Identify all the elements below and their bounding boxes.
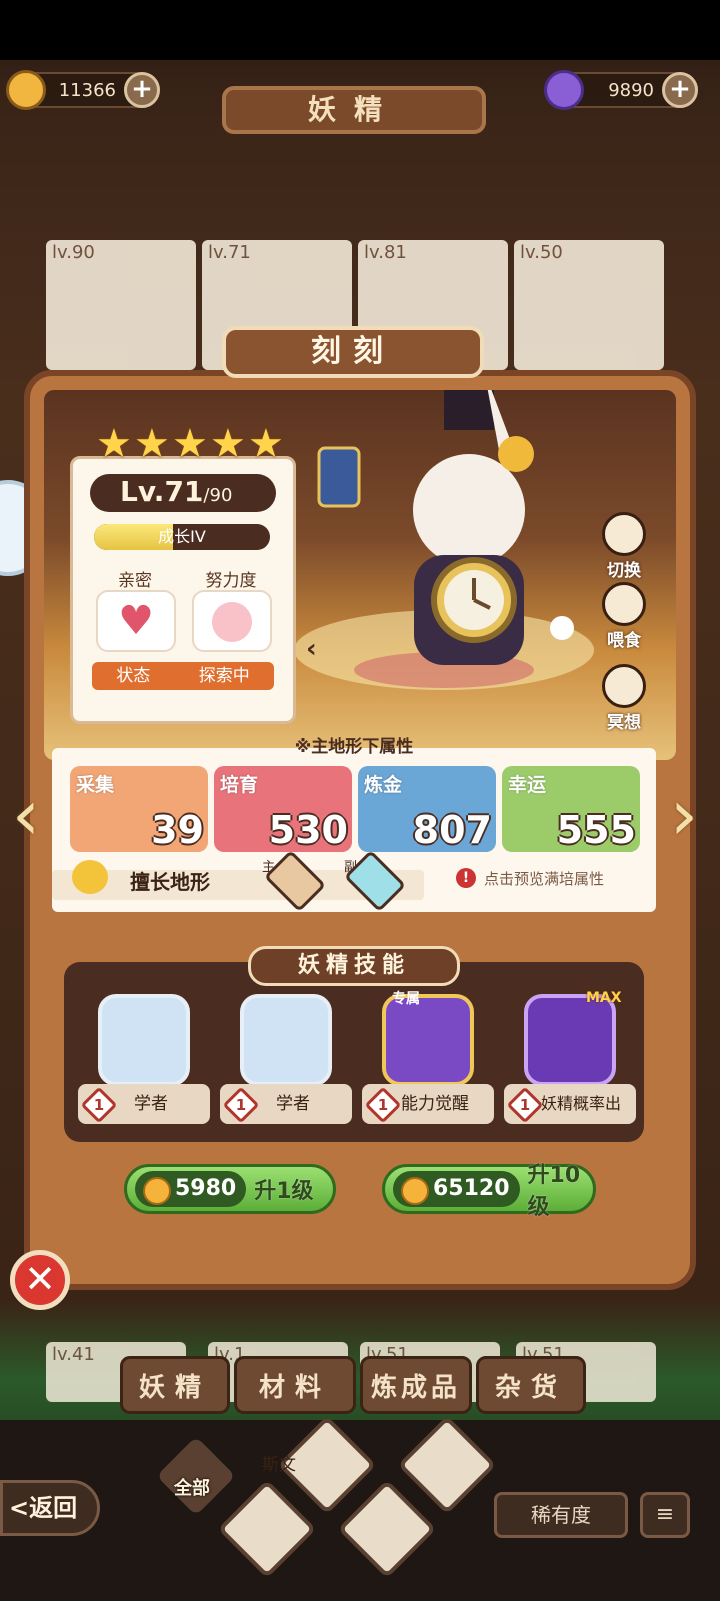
- growth-bar: 成长IV: [94, 524, 270, 550]
- star-icon: ★: [134, 421, 170, 467]
- max-level: /90: [203, 485, 233, 506]
- meditate-button[interactable]: 冥想: [594, 664, 654, 733]
- attribute-name: 采集: [76, 774, 115, 796]
- skill-level: 1: [93, 1096, 105, 1114]
- skill-title-text: 妖精技能: [297, 953, 410, 978]
- upgrade-label: 升10级: [527, 1163, 581, 1220]
- status-bar: [0, 0, 720, 60]
- tab-materials[interactable]: 材料: [234, 1356, 356, 1414]
- next-fairy-arrow-icon[interactable]: ›: [664, 770, 704, 860]
- collapse-chevron-icon[interactable]: ‹: [306, 634, 317, 664]
- back-button[interactable]: <返回: [0, 1480, 100, 1536]
- growth-label: 成长IV: [158, 527, 206, 546]
- smiley-face-icon: [212, 602, 252, 642]
- gem-amount: 9890: [608, 79, 654, 101]
- crown-coin-icon: [6, 70, 46, 110]
- attribute-value: 555: [556, 808, 636, 852]
- attribute-name: 幸运: [508, 774, 547, 796]
- status-row: 状态 探索中: [92, 662, 274, 690]
- terrain-label: 擅长地形: [130, 870, 210, 894]
- add-gem-button[interactable]: +: [662, 72, 698, 108]
- gem-icon: [544, 70, 584, 110]
- upgrade-1-button[interactable]: 5980 升1级: [124, 1164, 336, 1214]
- skill-level: 1: [519, 1096, 531, 1114]
- card-level: lv.50: [520, 242, 563, 263]
- attribute-value: 807: [412, 808, 492, 852]
- feed-button[interactable]: 喂食: [594, 582, 654, 651]
- filter-all-label: 全部: [174, 1478, 210, 1499]
- meditate-label: 冥想: [607, 713, 641, 733]
- rarity-sort-button[interactable]: 稀有度: [494, 1492, 628, 1538]
- prev-fairy-arrow-icon[interactable]: ‹: [6, 770, 46, 860]
- gem-resource: 9890 +: [544, 70, 698, 110]
- meditate-icon: [602, 664, 646, 708]
- attribute-title: ※主地形下属性: [294, 737, 414, 757]
- fairy-name: 刻刻: [222, 326, 484, 378]
- close-icon: ✕: [24, 1257, 56, 1301]
- back-label: 返回: [29, 1494, 78, 1522]
- swap-button[interactable]: 切换: [594, 512, 654, 581]
- skill-level: 1: [235, 1096, 247, 1114]
- attribute-luck: 幸运 555: [502, 766, 640, 852]
- fairy-card[interactable]: lv.90: [46, 240, 196, 370]
- heart-icon: ♥: [118, 598, 154, 644]
- tab-crafted[interactable]: 炼成品: [360, 1356, 472, 1414]
- attribute-value: 39: [151, 808, 204, 852]
- back-chevron-icon: <: [9, 1494, 30, 1522]
- meat-icon: [602, 582, 646, 626]
- level-value: Lv.71: [120, 475, 204, 508]
- swap-label: 切换: [607, 561, 641, 581]
- warning-icon: !: [456, 868, 476, 888]
- star-icon: ★: [248, 421, 284, 467]
- attribute-name: 培育: [220, 774, 259, 796]
- attribute-breed: 培育 530: [214, 766, 352, 852]
- upgrade-cost: 5980: [135, 1171, 247, 1207]
- attribute-value: 530: [268, 808, 348, 852]
- skill-fairy-chance-icon[interactable]: [524, 994, 616, 1086]
- upgrade-10-button[interactable]: 65120 升10级: [382, 1163, 596, 1220]
- gold-resource: 11366 +: [6, 70, 160, 110]
- card-level: lv.71: [208, 242, 251, 263]
- exclusive-tag: 专属: [392, 991, 420, 1007]
- star-icon: ★: [210, 421, 246, 467]
- effort-label: 努力度: [205, 571, 257, 591]
- skill-scholar-icon[interactable]: [98, 994, 190, 1086]
- preview-hint[interactable]: 点击预览满培属性: [484, 868, 604, 889]
- flower-icon: [72, 860, 108, 894]
- level-display: Lv.71/90: [90, 474, 276, 512]
- star-icon: ★: [96, 421, 132, 467]
- add-gold-button[interactable]: +: [124, 72, 160, 108]
- page-title: 妖精: [222, 86, 486, 134]
- skill-level: 1: [377, 1096, 389, 1114]
- attribute-alchemy: 炼金 807: [358, 766, 496, 852]
- list-sort-icon[interactable]: ≡: [640, 1492, 690, 1538]
- intimacy-label: 亲密: [118, 571, 152, 591]
- intimacy-box[interactable]: ♥: [96, 590, 176, 652]
- partial-fairy-name: 斯文: [262, 1455, 296, 1475]
- effort-box[interactable]: [192, 590, 272, 652]
- swap-icon: [602, 512, 646, 556]
- upgrade-cost: 65120: [393, 1171, 520, 1207]
- attribute-name: 炼金: [364, 774, 403, 796]
- max-tag: MAX: [586, 990, 622, 1006]
- feed-label: 喂食: [607, 631, 641, 651]
- card-level: lv.81: [364, 242, 407, 263]
- card-level: lv.41: [52, 1344, 95, 1365]
- attribute-gather: 采集 39: [70, 766, 208, 852]
- fairy-card[interactable]: lv.50: [514, 240, 664, 370]
- tab-fairy[interactable]: 妖精: [120, 1356, 230, 1414]
- gold-amount: 11366: [58, 79, 116, 101]
- skill-title: 妖精技能: [248, 946, 460, 986]
- upgrade-label: 升1级: [254, 1179, 314, 1204]
- status-label: 状态: [116, 666, 151, 686]
- status-value: 探索中: [198, 666, 250, 686]
- star-icon: ★: [172, 421, 208, 467]
- close-button[interactable]: ✕: [10, 1250, 70, 1310]
- tab-goods[interactable]: 杂货: [476, 1356, 586, 1414]
- skill-scholar-icon[interactable]: [240, 994, 332, 1086]
- card-level: lv.90: [52, 242, 95, 263]
